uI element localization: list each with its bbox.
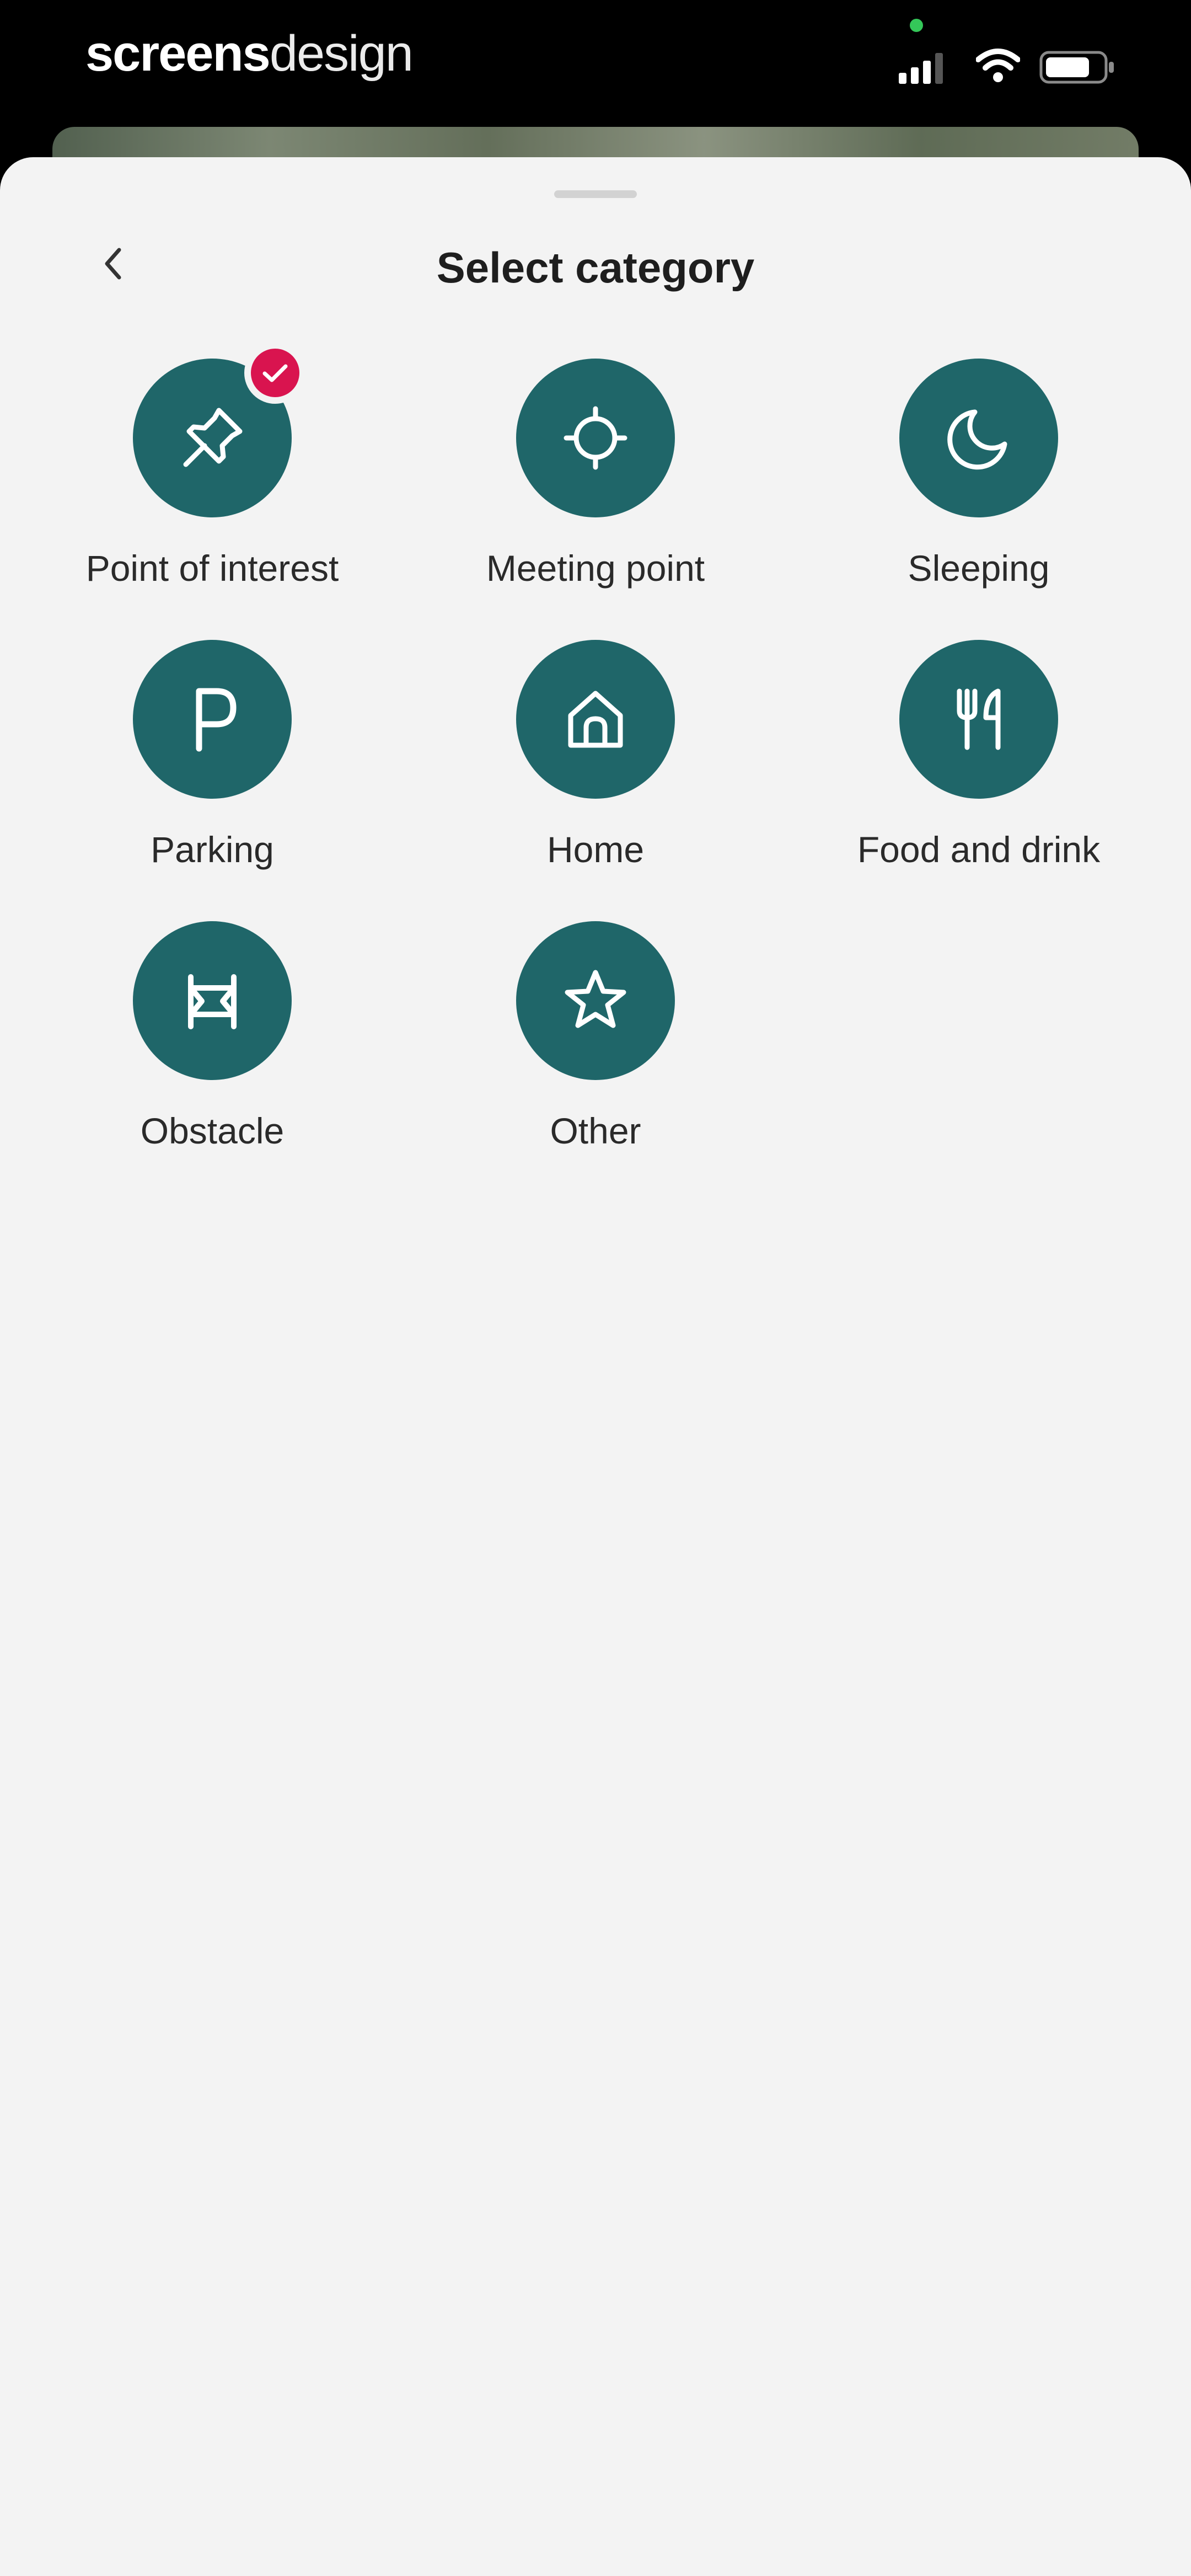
- cellular-signal-icon: [899, 51, 954, 87]
- cutlery-icon: [943, 683, 1015, 755]
- status-bar: screensdesign: [0, 0, 1191, 127]
- sheet-title: Select category: [436, 243, 755, 292]
- category-sleeping[interactable]: Sleeping: [824, 359, 1133, 618]
- category-sheet: Select category Point of interest Meetin…: [0, 157, 1191, 2576]
- category-label: Parking: [151, 829, 274, 870]
- battery-icon: [1039, 51, 1117, 87]
- pin-icon: [174, 399, 251, 477]
- category-point-of-interest[interactable]: Point of interest: [58, 342, 367, 618]
- category-label: Food and drink: [857, 829, 1101, 870]
- category-label: Other: [550, 1110, 641, 1151]
- checkmark-icon: [261, 362, 289, 384]
- sheet-grabber[interactable]: [554, 190, 637, 198]
- star-icon: [560, 965, 631, 1036]
- category-other[interactable]: Other: [441, 921, 750, 1180]
- category-label: Point of interest: [85, 548, 339, 589]
- category-icon-circle: [899, 640, 1058, 799]
- category-icon-circle: [133, 640, 292, 799]
- brand-bold-text: screens: [85, 25, 271, 82]
- wifi-icon: [975, 47, 1021, 87]
- category-icon-circle: [133, 342, 306, 517]
- brand-light-text: design: [269, 25, 414, 82]
- category-label: Sleeping: [908, 548, 1050, 589]
- selected-check-badge: [244, 342, 306, 404]
- category-label: Obstacle: [140, 1110, 285, 1151]
- privacy-indicator-dot: [910, 19, 923, 32]
- barrier-icon: [176, 965, 248, 1036]
- category-icon-circle: [516, 640, 675, 799]
- category-label: Home: [546, 829, 645, 870]
- home-icon: [560, 683, 631, 755]
- category-food-and-drink[interactable]: Food and drink: [824, 640, 1133, 899]
- parking-icon: [179, 683, 245, 755]
- category-icon-circle: [899, 359, 1058, 517]
- category-meeting-point[interactable]: Meeting point: [441, 359, 750, 618]
- category-icon-circle: [133, 921, 292, 1080]
- category-label: Meeting point: [486, 548, 705, 589]
- category-icon-circle: [516, 921, 675, 1080]
- category-parking[interactable]: Parking: [58, 640, 367, 899]
- moon-icon: [943, 402, 1015, 474]
- brand-watermark: screensdesign: [85, 23, 414, 84]
- category-home[interactable]: Home: [441, 640, 750, 899]
- category-icon-circle: [516, 359, 675, 517]
- screen: screensdesign Select category Point of i…: [0, 0, 1191, 2576]
- target-icon: [560, 402, 631, 474]
- category-obstacle[interactable]: Obstacle: [58, 921, 367, 1180]
